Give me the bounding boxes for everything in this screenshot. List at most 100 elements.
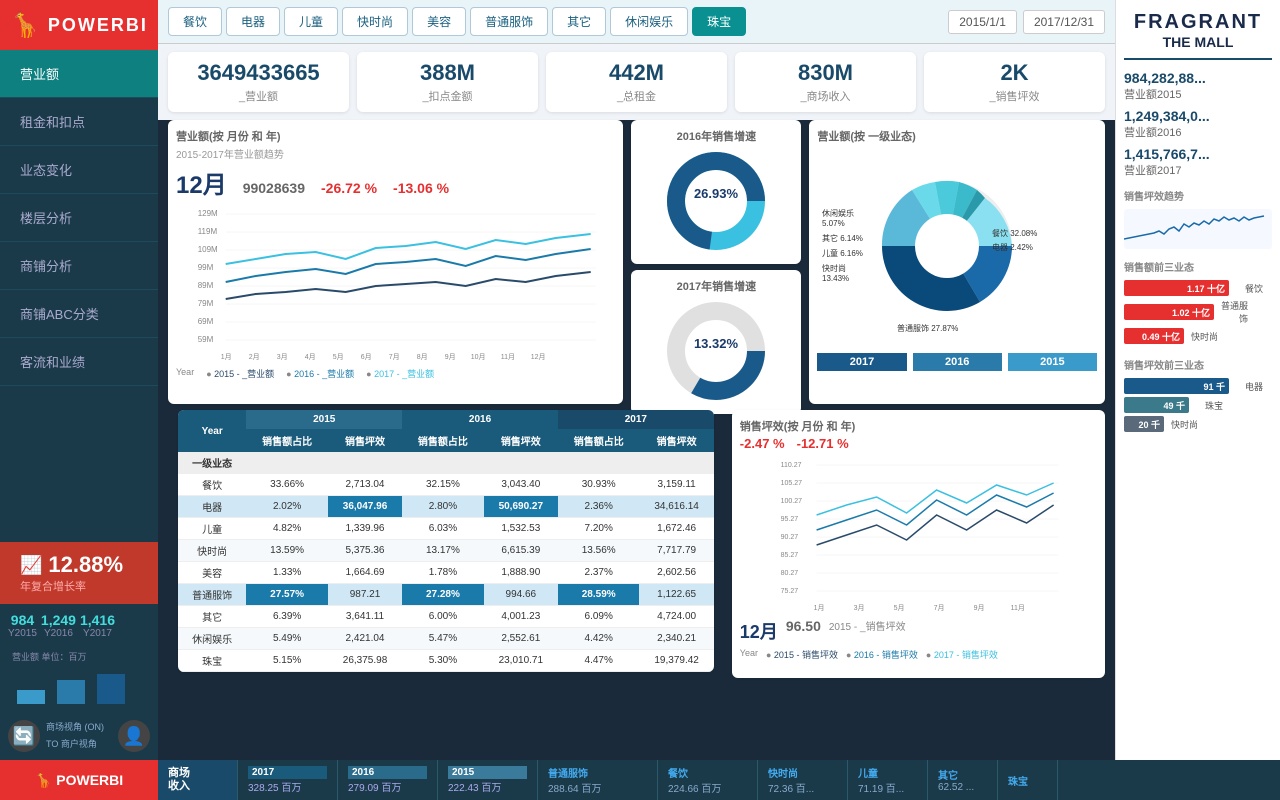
date-start[interactable]: 2015/1/1 xyxy=(948,10,1017,34)
col-2015: 2015 xyxy=(246,410,402,429)
cat-fashion-val: 72.36 百... xyxy=(768,780,837,795)
pie-chart-panel: 营业额(按 一级业态) xyxy=(809,120,1105,404)
th-sales-pct-2015: 销售额占比 xyxy=(246,429,328,452)
val-2017: 328.25 百万 xyxy=(248,779,327,794)
table-row: 电器2.02% 36,047.96 2.80% 50,690.27 2.36%3… xyxy=(178,496,714,518)
val-2015: 222.43 百万 xyxy=(448,779,527,794)
svg-text:10月: 10月 xyxy=(471,353,486,361)
growth-2: -13.06 % xyxy=(393,180,449,196)
val-2016: 279.09 百万 xyxy=(348,779,427,794)
year-bar-2017[interactable]: 2017 xyxy=(817,353,906,371)
nav-leisure[interactable]: 休闲娱乐 xyxy=(610,7,688,36)
nav-jewelry[interactable]: 珠宝 xyxy=(692,7,746,36)
nav-electronics[interactable]: 电器 xyxy=(226,7,280,36)
th-sales-pct-2017: 销售额占比 xyxy=(558,429,640,452)
view-labels: 商场视角 (ON) TO 商户视角 xyxy=(46,720,104,752)
revenue-2017: 1,415,766,7... 营业额2017 xyxy=(1124,146,1272,178)
svg-text:1月: 1月 xyxy=(813,604,824,612)
sidebar-item-abc[interactable]: 商铺ABC分类 xyxy=(0,290,158,338)
donut-chart-2016: 26.93% xyxy=(661,146,771,256)
sidebar-item-shop[interactable]: 商铺分析 xyxy=(0,242,158,290)
svg-text:95.27: 95.27 xyxy=(780,516,798,523)
nav-children[interactable]: 儿童 xyxy=(284,7,338,36)
svg-text:110.27: 110.27 xyxy=(780,462,801,469)
svg-text:59M: 59M xyxy=(198,335,214,344)
mid-section: Year 2015 2016 2017 销售额占比 销售坪效 销售额占比 销售坪… xyxy=(158,410,1115,684)
top-navigation: 餐饮 电器 儿童 快时尚 美容 普通服饰 其它 休闲娱乐 珠宝 2015/1/1… xyxy=(158,0,1115,44)
svg-text:5月: 5月 xyxy=(333,353,344,361)
date-end[interactable]: 2017/12/31 xyxy=(1023,10,1105,34)
year-bar-2015[interactable]: 2015 xyxy=(1008,353,1097,371)
pie-chart-title: 营业额(按 一级业态) xyxy=(817,128,1097,144)
col-2016: 2016 xyxy=(402,410,558,429)
cat-other-val: 62.52 ... xyxy=(938,782,987,793)
pie-chart-svg: 餐饮 32.08% 电器 2.42% 休闲娱乐 5.07% 其它 6.14% 儿… xyxy=(817,146,1047,346)
user-icon[interactable]: 👤 xyxy=(118,720,150,752)
col-label: 一级业态 xyxy=(178,452,246,474)
svg-text:89M: 89M xyxy=(198,281,214,290)
data-table: Year 2015 2016 2017 销售额占比 销售坪效 销售额占比 销售坪… xyxy=(178,410,714,672)
svg-text:69M: 69M xyxy=(198,317,214,326)
sidebar-item-rent[interactable]: 租金和扣点 xyxy=(0,98,158,146)
svg-text:2月: 2月 xyxy=(249,353,260,361)
sales-eff-title: 销售坪效(按 月份 和 年) xyxy=(740,418,1097,434)
line-chart-panel: 营业额(按 月份 和 年) 2015-2017年营业额趋势 12月 990286… xyxy=(168,120,623,404)
table-row: 普通服饰 27.57%987.21 27.28%994.66 28.59%1,1… xyxy=(178,584,714,606)
cat-children-val: 71.19 百... xyxy=(858,780,917,795)
kpi-revenue: 3649433665 _营业额 xyxy=(168,52,349,112)
nav-beauty[interactable]: 美容 xyxy=(412,7,466,36)
cat-catering-val: 224.66 百万 xyxy=(668,780,747,795)
svg-text:5.07%: 5.07% xyxy=(822,219,845,228)
bottom-cat-catering: 餐饮 224.66 百万 xyxy=(658,760,758,800)
revenue-2015: 984,282,88... 营业额2015 xyxy=(1124,70,1272,102)
nav-catering[interactable]: 餐饮 xyxy=(168,7,222,36)
th-sales-eff-2015: 销售坪效 xyxy=(328,429,402,452)
eff-g2: -12.71 % xyxy=(797,436,849,451)
stat-2016: 1,249 Y2016 xyxy=(41,612,76,639)
shop-view-icon[interactable]: 🔄 xyxy=(8,720,40,752)
eff-g1: -2.47 % xyxy=(740,436,785,451)
sidebar-item-traffic[interactable]: 客流和业绩 xyxy=(0,338,158,386)
svg-text:85.27: 85.27 xyxy=(780,552,798,559)
bottom-logo: 🦒 POWERBI xyxy=(0,760,158,800)
nav-clothing[interactable]: 普通服饰 xyxy=(470,7,548,36)
year-label-2015: 2015 xyxy=(448,766,527,779)
bottom-cat-fashion: 快时尚 72.36 百... xyxy=(758,760,848,800)
nav-other[interactable]: 其它 xyxy=(552,7,606,36)
growth-value: 12.88% xyxy=(48,552,123,578)
sales-eff-svg: 110.27 105.27 100.27 95.27 90.27 85.27 8… xyxy=(740,455,1097,615)
line-chart-subtitle: 2015-2017年营业额趋势 xyxy=(176,146,615,161)
cat-clothing-val: 288.64 百万 xyxy=(548,780,647,795)
bottom-cat-jewelry: 珠宝 xyxy=(998,760,1058,800)
svg-text:快时尚: 快时尚 xyxy=(822,263,846,273)
th-sales-eff-2016: 销售坪效 xyxy=(484,429,558,452)
sidebar-item-floor[interactable]: 楼层分析 xyxy=(0,194,158,242)
table-row: 快时尚13.59%5,375.36 13.17%6,615.39 13.56%7… xyxy=(178,540,714,562)
sidebar-item-revenue[interactable]: 营业额 xyxy=(0,50,158,98)
growth-1: -26.72 % xyxy=(321,180,377,196)
bottom-2016: 2016 279.09 百万 xyxy=(338,760,438,800)
bottom-buttons: 🔄 商场视角 (ON) TO 商户视角 👤 xyxy=(0,712,158,760)
eff-big-vals: 12月 96.50 2015 - _销售坪效 xyxy=(740,618,1097,644)
svg-text:5月: 5月 xyxy=(893,604,904,612)
svg-text:3月: 3月 xyxy=(277,353,288,361)
right-panel: FRAGRANT THE MALL 984,282,88... 营业额2015 … xyxy=(1115,0,1280,760)
svg-text:100.27: 100.27 xyxy=(780,498,802,505)
col-2017: 2017 xyxy=(558,410,714,429)
eff-val: 96.50 xyxy=(786,618,821,644)
svg-text:7月: 7月 xyxy=(933,604,944,612)
year-bar-2016[interactable]: 2016 xyxy=(913,353,1002,371)
svg-text:80.27: 80.27 xyxy=(780,570,798,577)
top3-bar-catering: 1.17 十亿 餐饮 xyxy=(1124,280,1272,296)
logo-text: POWERBI xyxy=(48,15,148,36)
performance-table: Year 2015 2016 2017 销售额占比 销售坪效 销售额占比 销售坪… xyxy=(178,410,714,672)
kpi-rent: 442M _总租金 xyxy=(546,52,727,112)
bottom-title: 商场收入 xyxy=(168,767,227,793)
sidebar-item-business[interactable]: 业态变化 xyxy=(0,146,158,194)
line-chart-title: 营业额(按 月份 和 年) xyxy=(176,128,615,144)
svg-text:109M: 109M xyxy=(198,245,218,254)
svg-text:13.43%: 13.43% xyxy=(822,274,849,283)
nav-fashion[interactable]: 快时尚 xyxy=(342,7,408,36)
bottom-cat-other: 其它 62.52 ... xyxy=(928,760,998,800)
eff3-bar-jewelry: 49 千 珠宝 xyxy=(1124,397,1272,413)
